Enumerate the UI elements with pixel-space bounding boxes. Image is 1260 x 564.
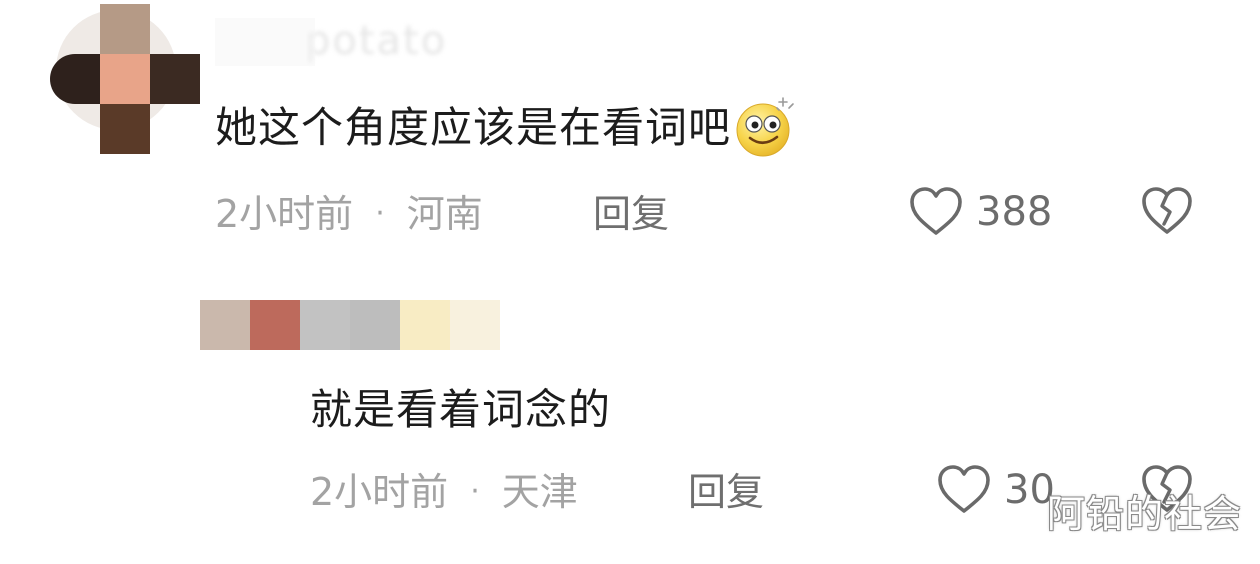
- comment-time: 2小时前: [310, 470, 449, 514]
- like-button[interactable]: 30: [936, 464, 1055, 516]
- username-mosaic-tile: [250, 300, 300, 350]
- comment-body: 她这个角度应该是在看词吧: [215, 103, 732, 152]
- broken-heart-outline-icon: [1140, 187, 1194, 240]
- username-mosaic-tile: [350, 300, 400, 350]
- dislike-button[interactable]: [1140, 186, 1194, 240]
- sparkle-eyes-smile-emoji-icon: [733, 94, 797, 158]
- comment-location: 河南: [406, 192, 483, 236]
- username-blurred[interactable]: [200, 300, 500, 350]
- like-count: 388: [976, 189, 1053, 235]
- avatar-mosaic-tile: [50, 54, 100, 104]
- heart-outline-icon: [908, 186, 964, 238]
- meta-separator: ·: [375, 196, 385, 231]
- reply-button[interactable]: 回复: [688, 468, 764, 516]
- username-mosaic-tile: [215, 18, 265, 66]
- avatar-mosaic-tile: [150, 54, 200, 104]
- comment-text: 就是看着词念的: [310, 382, 611, 438]
- comment-meta: 2小时前 · 河南: [215, 190, 483, 238]
- watermark: 阿铅的社会: [1046, 492, 1242, 536]
- comment-body: 就是看着词念的: [310, 385, 612, 434]
- avatar-mosaic-tile: [100, 54, 150, 104]
- comment-time: 2小时前: [215, 192, 354, 236]
- avatar[interactable]: [50, 4, 200, 154]
- heart-outline-icon: [936, 464, 992, 516]
- username-mosaic-tile: [265, 18, 315, 66]
- username-text: potato: [305, 18, 448, 64]
- avatar-mosaic-tile: [100, 104, 150, 154]
- username-mosaic-tile: [300, 300, 350, 350]
- reply-button[interactable]: 回复: [593, 190, 669, 238]
- username-mosaic-tile: [400, 300, 450, 350]
- comment-text: 她这个角度应该是在看词吧: [215, 96, 797, 158]
- meta-separator: ·: [470, 474, 480, 509]
- username-mosaic-tile: [200, 300, 250, 350]
- comment-meta: 2小时前 · 天津: [310, 468, 578, 516]
- username-mosaic-tile: [450, 300, 500, 350]
- avatar-mosaic-tile: [100, 4, 150, 54]
- username-blurred[interactable]: potato: [215, 18, 515, 66]
- comment-location: 天津: [501, 470, 578, 514]
- like-button[interactable]: 388: [908, 186, 1052, 238]
